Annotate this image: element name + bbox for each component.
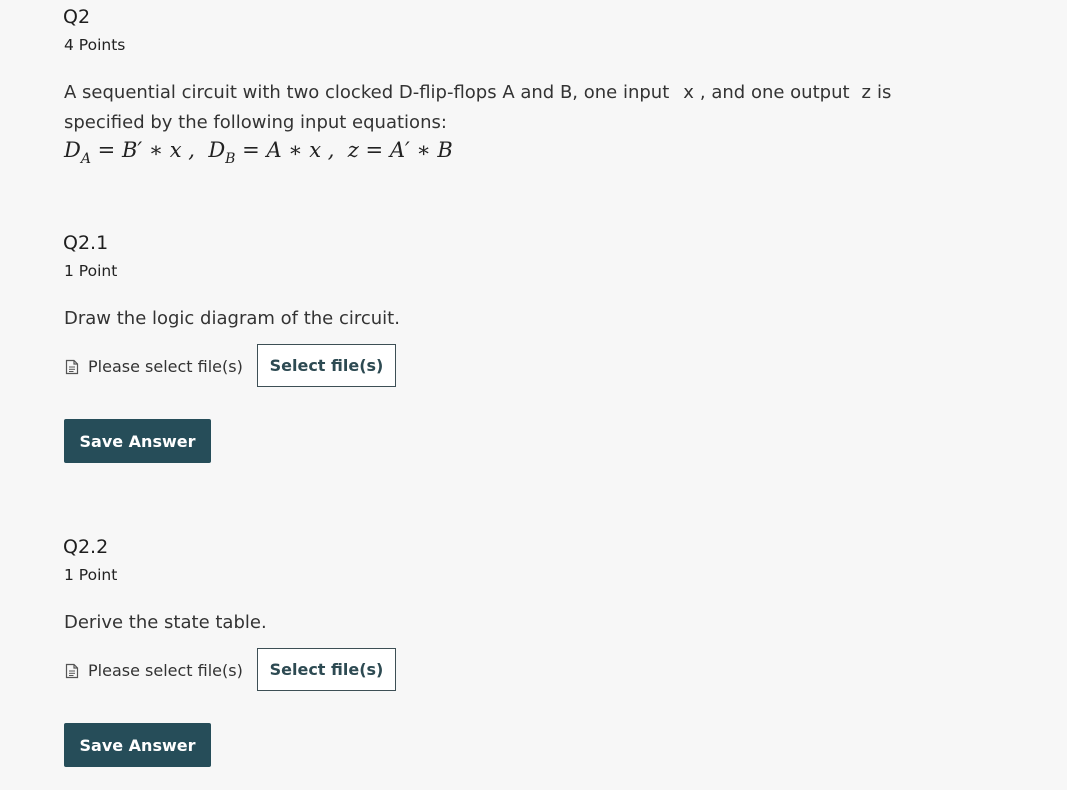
input-variable-x: x [683,82,694,103]
save-answer-button[interactable]: Save Answer [64,723,211,767]
file-icon [65,663,79,678]
select-files-button[interactable]: Select file(s) [257,648,396,691]
question-prompt-line1: A sequential circuit with two clocked D-… [64,78,891,108]
save-answer-button[interactable]: Save Answer [64,419,211,463]
question-prompt-text-c: is [877,82,892,103]
subquestion-2-title: Q2.2 [63,536,109,558]
question-prompt-text-b: , and one output [699,82,850,103]
file-status-label: Please select file(s) [88,661,243,680]
subquestion-1-file-row: Please select file(s) [64,344,243,389]
input-equations: DA = B′ ∗ x , DB = A ∗ x , z = A′ ∗ B [64,138,453,167]
question-points: 4 Points [64,36,126,54]
question-title: Q2 [63,6,91,28]
subquestion-1-points: 1 Point [64,262,118,280]
select-files-button[interactable]: Select file(s) [257,344,396,387]
output-variable-z: z [861,82,871,103]
question-prompt-text-a: A sequential circuit with two clocked D-… [64,82,670,103]
file-icon [65,359,79,374]
subquestion-1-prompt: Draw the logic diagram of the circuit. [64,308,400,329]
subquestion-2-file-row: Please select file(s) [64,648,243,693]
question-prompt-line2: specified by the following input equatio… [64,112,447,133]
subquestion-2-points: 1 Point [64,566,118,584]
subquestion-2-prompt: Derive the state table. [64,612,267,633]
subquestion-1-title: Q2.1 [63,232,109,254]
file-status-label: Please select file(s) [88,357,243,376]
